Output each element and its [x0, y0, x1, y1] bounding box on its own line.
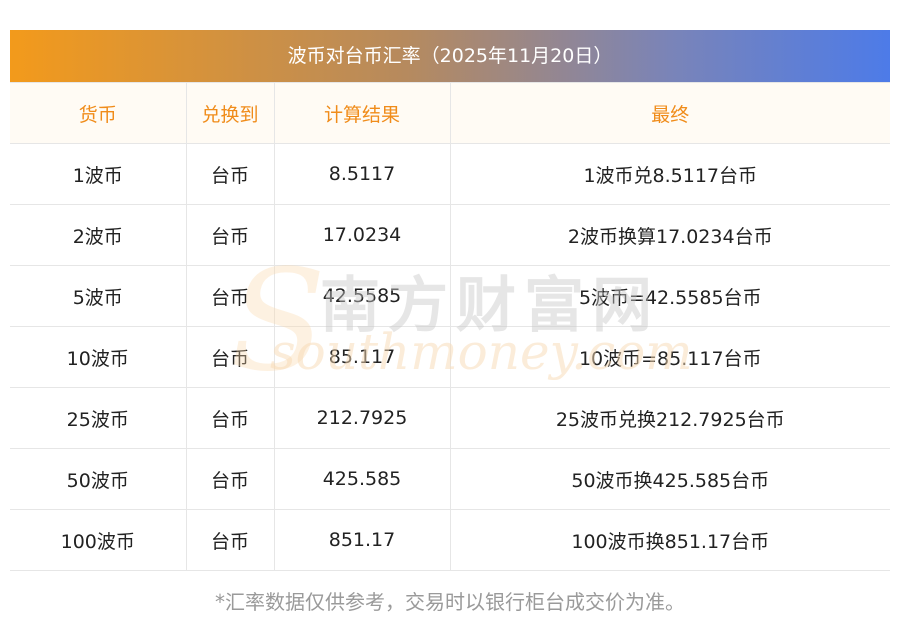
cell-final: 10波币=85.117台币: [449, 326, 890, 388]
cell-convert-to: 台币: [185, 143, 275, 205]
cell-result: 8.5117: [273, 143, 451, 205]
page: 波币对台币汇率（2025年11月20日） 货币 兑换到 计算结果 最终 1波币 …: [0, 0, 900, 636]
cell-convert-to: 台币: [185, 509, 275, 571]
table-row: 10波币 台币 85.117 10波币=85.117台币: [10, 326, 890, 388]
cell-result: 212.7925: [273, 387, 451, 449]
header-final: 最终: [449, 82, 890, 144]
table-row: 5波币 台币 42.5585 5波币=42.5585台币: [10, 265, 890, 327]
cell-convert-to: 台币: [185, 326, 275, 388]
cell-final: 50波币换425.585台币: [449, 448, 890, 510]
table-header-row: 货币 兑换到 计算结果 最终: [10, 82, 890, 144]
page-title: 波币对台币汇率（2025年11月20日）: [10, 30, 890, 82]
cell-final: 2波币换算17.0234台币: [449, 204, 890, 266]
cell-result: 851.17: [273, 509, 451, 571]
cell-currency: 100波币: [10, 509, 187, 571]
cell-result: 425.585: [273, 448, 451, 510]
cell-final: 1波币兑8.5117台币: [449, 143, 890, 205]
table-row: 50波币 台币 425.585 50波币换425.585台币: [10, 448, 890, 510]
table-row: 100波币 台币 851.17 100波币换851.17台币: [10, 509, 890, 571]
table-row: 1波币 台币 8.5117 1波币兑8.5117台币: [10, 143, 890, 205]
header-currency: 货币: [10, 82, 187, 144]
cell-currency: 5波币: [10, 265, 187, 327]
disclaimer-footnote: *汇率数据仅供参考，交易时以银行柜台成交价为准。: [215, 590, 685, 614]
cell-convert-to: 台币: [185, 265, 275, 327]
cell-result: 17.0234: [273, 204, 451, 266]
cell-currency: 10波币: [10, 326, 187, 388]
cell-result: 85.117: [273, 326, 451, 388]
cell-convert-to: 台币: [185, 448, 275, 510]
cell-result: 42.5585: [273, 265, 451, 327]
exchange-rate-table: 货币 兑换到 计算结果 最终 1波币 台币 8.5117 1波币兑8.5117台…: [10, 82, 890, 571]
table-row: 2波币 台币 17.0234 2波币换算17.0234台币: [10, 204, 890, 266]
cell-convert-to: 台币: [185, 204, 275, 266]
table-row: 25波币 台币 212.7925 25波币兑换212.7925台币: [10, 387, 890, 449]
header-result: 计算结果: [273, 82, 451, 144]
cell-currency: 2波币: [10, 204, 187, 266]
cell-final: 100波币换851.17台币: [449, 509, 890, 571]
header-convert-to: 兑换到: [185, 82, 275, 144]
cell-currency: 1波币: [10, 143, 187, 205]
cell-currency: 25波币: [10, 387, 187, 449]
cell-currency: 50波币: [10, 448, 187, 510]
cell-convert-to: 台币: [185, 387, 275, 449]
cell-final: 5波币=42.5585台币: [449, 265, 890, 327]
cell-final: 25波币兑换212.7925台币: [449, 387, 890, 449]
